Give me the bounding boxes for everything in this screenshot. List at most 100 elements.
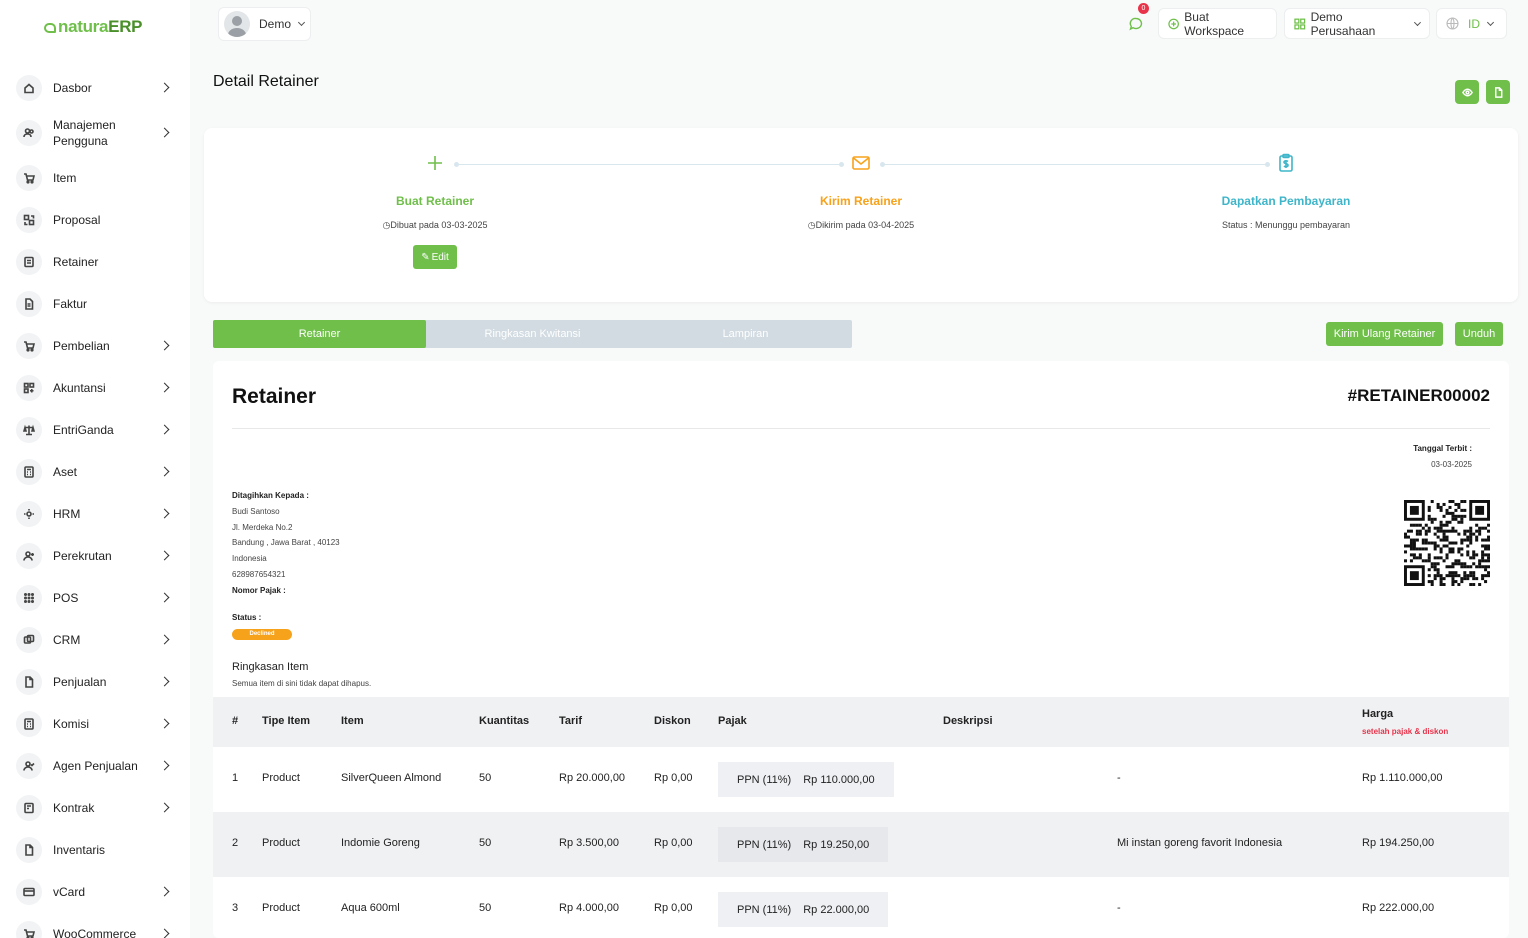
row-description: Mi instan goreng favorit Indonesia bbox=[1117, 837, 1283, 849]
download-button[interactable]: Unduh bbox=[1455, 322, 1503, 346]
row-tax: PPN (11%) Rp 22.000,00 bbox=[718, 892, 889, 927]
sidebar-item-inventaris[interactable]: Inventaris bbox=[16, 834, 176, 866]
sidebar-item-retainer[interactable]: Retainer bbox=[16, 246, 176, 278]
edit-label: Edit bbox=[431, 251, 449, 263]
sidebar-item-agen-penjualan[interactable]: Agen Penjualan bbox=[16, 750, 176, 782]
billed-country: Indonesia bbox=[232, 554, 267, 563]
sidebar-item-proposal[interactable]: Proposal bbox=[16, 204, 176, 236]
table-header: # Tipe Item Item Kuantitas Tarif Diskon … bbox=[213, 697, 1509, 747]
clipboard-dollar-icon bbox=[1276, 153, 1296, 173]
edit-button[interactable]: ✎ Edit bbox=[413, 245, 457, 269]
step-title: Dapatkan Pembayaran bbox=[1221, 194, 1351, 208]
row-rate: Rp 20.000,00 bbox=[559, 772, 626, 784]
sidebar-item-entriganda[interactable]: EntriGanda bbox=[16, 414, 176, 446]
grid-icon bbox=[16, 375, 42, 401]
sidebar-item-manajemen-pengguna[interactable]: Manajemen Pengguna bbox=[16, 117, 176, 149]
create-workspace-label: Buat Workspace bbox=[1184, 9, 1245, 38]
sidebar-item-perekrutan[interactable]: Perekrutan bbox=[16, 540, 176, 572]
sidebar-item-label: Akuntansi bbox=[53, 381, 106, 395]
logo-prefix: natura bbox=[58, 17, 109, 36]
chevron-right-icon bbox=[159, 82, 170, 93]
sidebar-item-faktur[interactable]: Faktur bbox=[16, 288, 176, 320]
tax-name: PPN (11%) bbox=[737, 903, 792, 916]
language-selector[interactable]: ID bbox=[1436, 8, 1507, 39]
tab-retainer[interactable]: Retainer bbox=[213, 320, 426, 348]
users-icon bbox=[16, 120, 42, 146]
col-quantity: Kuantitas bbox=[479, 715, 530, 727]
row-tax: PPN (11%) Rp 19.250,00 bbox=[718, 827, 889, 862]
sidebar-item-dasbor[interactable]: Dasbor bbox=[16, 72, 176, 104]
tab-receipt-summary[interactable]: Ringkasan Kwitansi bbox=[426, 320, 639, 348]
app-logo[interactable]: naturaERP bbox=[44, 17, 143, 37]
row-description: - bbox=[1117, 902, 1121, 914]
preview-button[interactable] bbox=[1455, 80, 1479, 104]
sidebar-item-penjualan[interactable]: Penjualan bbox=[16, 666, 176, 698]
step-subtitle: ◷Dibuat pada 03-03-2025 bbox=[382, 220, 488, 230]
status-badge: Declined bbox=[232, 629, 292, 640]
sidebar-item-woocommerce[interactable]: WooCommerce bbox=[16, 918, 176, 938]
table-row: 1 Product SilverQueen Almond 50 Rp 20.00… bbox=[213, 747, 1509, 812]
row-qty: 50 bbox=[479, 902, 492, 914]
sidebar-item-kontrak[interactable]: Kontrak bbox=[16, 792, 176, 824]
row-number: 3 bbox=[232, 902, 239, 914]
item-summary-note: Semua item di sini tidak dapat dihapus. bbox=[232, 679, 372, 688]
sidebar-item-vcard[interactable]: vCard bbox=[16, 876, 176, 908]
sidebar-item-label: HRM bbox=[53, 507, 81, 521]
sidebar-item-pembelian[interactable]: Pembelian bbox=[16, 330, 176, 362]
sidebar-item-label: Manajemen Pengguna bbox=[53, 118, 116, 148]
sidebar-item-hrm[interactable]: HRM bbox=[16, 498, 176, 530]
user-name: Demo bbox=[259, 17, 292, 31]
logo-suffix: ERP bbox=[108, 17, 143, 36]
col-item: Item bbox=[341, 715, 364, 727]
retainer-document: Retainer #RETAINER00002 Tanggal Terbit :… bbox=[213, 361, 1509, 938]
sidebar-item-crm[interactable]: CRM bbox=[16, 624, 176, 656]
chevron-right-icon bbox=[159, 802, 170, 813]
sidebar-item-item[interactable]: Item bbox=[16, 162, 176, 194]
chevron-right-icon bbox=[159, 676, 170, 687]
mail-icon bbox=[851, 153, 871, 173]
plus-circle-icon bbox=[1168, 18, 1179, 29]
billed-to-label: Ditagihkan Kepada : bbox=[232, 491, 309, 500]
tax-number-label: Nomor Pajak : bbox=[232, 586, 286, 595]
sidebar-item-label: Pembelian bbox=[53, 339, 110, 353]
sidebar-item-pos[interactable]: POS bbox=[16, 582, 176, 614]
step-subtitle: Status : Menunggu pembayaran bbox=[1221, 220, 1351, 230]
dots-grid-icon bbox=[16, 585, 42, 611]
col-discount: Diskon bbox=[654, 715, 691, 727]
messages-button[interactable]: 0 bbox=[1120, 3, 1151, 39]
retainer-icon bbox=[16, 249, 42, 275]
tab-attachments[interactable]: Lampiran bbox=[639, 320, 852, 348]
tax-name: PPN (11%) bbox=[737, 838, 792, 851]
user-menu[interactable]: Demo bbox=[218, 7, 311, 41]
cart-icon bbox=[16, 921, 42, 938]
file-icon bbox=[16, 837, 42, 863]
row-rate: Rp 4.000,00 bbox=[559, 902, 619, 914]
issue-date-label: Tanggal Terbit : bbox=[1413, 444, 1472, 453]
doc-tabs: Retainer Ringkasan Kwitansi Lampiran bbox=[213, 320, 852, 348]
row-type: Product bbox=[262, 837, 300, 849]
step-title: Kirim Retainer bbox=[819, 194, 903, 208]
resend-retainer-button[interactable]: Kirim Ulang Retainer bbox=[1326, 322, 1443, 346]
col-description: Deskripsi bbox=[943, 715, 993, 727]
sidebar: naturaERP Dasbor Manajemen Pengguna Item Pr… bbox=[0, 0, 190, 938]
create-workspace-button[interactable]: Buat Workspace bbox=[1158, 8, 1277, 39]
hrm-icon bbox=[16, 501, 42, 527]
chevron-right-icon bbox=[159, 718, 170, 729]
row-discount: Rp 0,00 bbox=[654, 772, 693, 784]
tax-name: PPN (11%) bbox=[737, 773, 792, 786]
chat-icon bbox=[1128, 17, 1142, 30]
step-connector bbox=[880, 162, 1270, 167]
sidebar-item-aset[interactable]: Aset bbox=[16, 456, 176, 488]
row-type: Product bbox=[262, 902, 300, 914]
row-number: 2 bbox=[232, 837, 239, 849]
sidebar-item-label: Komisi bbox=[53, 717, 90, 731]
row-item: Indomie Goreng bbox=[341, 837, 420, 849]
sidebar-item-akuntansi[interactable]: Akuntansi bbox=[16, 372, 176, 404]
sidebar-item-komisi[interactable]: Komisi bbox=[16, 708, 176, 740]
company-selector[interactable]: Demo Perusahaan bbox=[1284, 8, 1430, 39]
card-icon bbox=[16, 879, 42, 905]
building-grid-icon bbox=[1294, 18, 1306, 29]
col-price: Harga bbox=[1362, 708, 1394, 720]
pdf-button[interactable] bbox=[1486, 80, 1510, 104]
chevron-right-icon bbox=[159, 508, 170, 519]
